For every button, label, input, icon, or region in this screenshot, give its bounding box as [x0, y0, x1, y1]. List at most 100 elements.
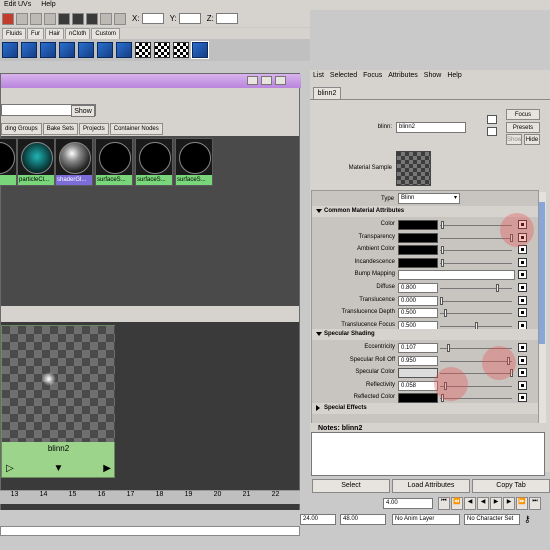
select-tool-icon[interactable]: [100, 12, 112, 25]
map-texture-icon[interactable]: [518, 355, 527, 365]
go-to-end-icon[interactable]: ⏭: [529, 497, 541, 510]
input-connection-icon[interactable]: [487, 115, 497, 124]
map-texture-icon[interactable]: [518, 393, 527, 403]
play-outline-icon[interactable]: ▷: [6, 463, 14, 474]
type-dropdown[interactable]: Blinn ▾: [398, 193, 460, 204]
color-swatch[interactable]: [398, 368, 438, 379]
scrollbar-thumb[interactable]: [539, 202, 545, 344]
menu-selected[interactable]: Selected: [330, 70, 357, 82]
select-button[interactable]: Select: [312, 479, 390, 493]
x-field[interactable]: [141, 13, 164, 24]
render-settings-icon[interactable]: [58, 12, 70, 25]
play-back-icon[interactable]: ◀: [477, 497, 489, 510]
section-common[interactable]: Common Material Attributes: [312, 206, 538, 217]
slider-handle[interactable]: [441, 221, 445, 229]
step-back-icon[interactable]: ◀: [464, 497, 476, 510]
minimize-icon[interactable]: [247, 76, 258, 85]
presets-button[interactable]: Presets: [506, 122, 540, 133]
uv-tool-icon[interactable]: [116, 42, 132, 58]
shelf-tab-fluids[interactable]: Fluids: [2, 28, 27, 39]
material-swatch-selected[interactable]: shaderGl...: [55, 138, 93, 186]
uv-tool-icon[interactable]: [78, 42, 94, 58]
go-to-start-icon[interactable]: ⏮: [438, 497, 450, 510]
slider-handle[interactable]: [496, 284, 499, 292]
number-field[interactable]: 0.950: [398, 355, 438, 366]
map-texture-icon[interactable]: [518, 343, 527, 352]
number-field[interactable]: 0.058: [398, 380, 438, 391]
checker-icon[interactable]: [173, 42, 189, 58]
z-field[interactable]: [215, 13, 238, 24]
section-specular[interactable]: Specular Shading: [312, 329, 538, 340]
tab-blinn2[interactable]: blinn2: [313, 87, 341, 99]
current-frame-field[interactable]: 4.00: [383, 498, 433, 509]
color-swatch[interactable]: [398, 393, 438, 404]
menu-focus[interactable]: Focus: [363, 70, 382, 82]
checker-icon[interactable]: [135, 42, 151, 58]
slider-handle[interactable]: [441, 246, 445, 255]
uv-tool-icon[interactable]: [59, 42, 75, 58]
uv-tool-icon[interactable]: [21, 42, 37, 58]
menu-help[interactable]: Help: [41, 0, 55, 10]
tab-container-nodes[interactable]: Container Nodes: [109, 123, 163, 135]
color-swatch[interactable]: [398, 257, 438, 268]
material-swatch[interactable]: particleCl...: [17, 138, 55, 186]
map-texture-icon[interactable]: [518, 380, 527, 390]
transform-icon[interactable]: [114, 12, 126, 25]
uv-select-icon[interactable]: [191, 41, 209, 59]
number-field[interactable]: 0.107: [398, 343, 438, 353]
section-special-effects[interactable]: Special Effects: [312, 403, 538, 414]
slider-handle[interactable]: [441, 258, 445, 267]
slider-handle[interactable]: [440, 296, 443, 305]
render-icon[interactable]: [30, 12, 42, 25]
blinn-node[interactable]: blinn2 ▷ ▼ ▶: [1, 325, 115, 478]
checker-icon[interactable]: [154, 42, 170, 58]
slider-track[interactable]: [440, 313, 512, 315]
map-texture-icon[interactable]: [518, 308, 527, 318]
uv-tool-icon[interactable]: [40, 42, 56, 58]
slider-handle[interactable]: [447, 344, 451, 352]
color-swatch[interactable]: [398, 220, 438, 230]
show-button[interactable]: Show: [71, 105, 95, 117]
number-field[interactable]: 0.800: [398, 283, 438, 293]
time-slider[interactable]: 13 14 15 16 17 18 19 20 21 22: [0, 490, 300, 504]
close-icon[interactable]: [275, 76, 286, 85]
copy-tab-button[interactable]: Copy Tab: [472, 479, 550, 493]
play-forward-icon[interactable]: ▶: [490, 497, 502, 510]
load-attributes-button[interactable]: Load Attributes: [392, 479, 470, 493]
play-icon[interactable]: ▶: [103, 463, 111, 474]
map-texture-icon[interactable]: [518, 257, 527, 267]
anim-layer-dropdown[interactable]: No Anim Layer: [392, 514, 460, 525]
expand-down-icon[interactable]: ▼: [54, 463, 64, 474]
menu-show[interactable]: Show: [424, 70, 442, 82]
film-icon[interactable]: [86, 12, 98, 25]
step-forward-key-icon[interactable]: ⏩: [516, 497, 528, 510]
menu-list[interactable]: List: [313, 70, 324, 82]
slider-handle[interactable]: [443, 309, 447, 318]
tab-shading-groups[interactable]: ding Groups: [1, 123, 42, 135]
range-end-field[interactable]: 48.00: [340, 514, 386, 525]
map-texture-icon[interactable]: [518, 295, 527, 305]
slider-track[interactable]: [440, 288, 512, 289]
menu-help-right[interactable]: Help: [447, 70, 461, 82]
menu-edit-uvs[interactable]: Edit UVs: [4, 0, 31, 10]
shelf-tab-ncloth[interactable]: nCloth: [65, 28, 91, 39]
notes-textarea[interactable]: [311, 432, 545, 476]
node-name-field[interactable]: blinn2: [396, 122, 466, 133]
menu-attributes[interactable]: Attributes: [388, 70, 418, 82]
snap-icon[interactable]: [16, 12, 28, 25]
color-swatch[interactable]: [398, 232, 438, 243]
map-texture-icon[interactable]: [518, 270, 527, 280]
uv-tool-icon[interactable]: [2, 42, 18, 58]
material-swatch[interactable]: surfaceS...: [135, 138, 173, 186]
character-set-dropdown[interactable]: No Character Set: [464, 514, 520, 525]
y-field[interactable]: [178, 13, 201, 24]
window-title-bar[interactable]: [1, 74, 301, 88]
map-texture-icon[interactable]: [518, 368, 527, 378]
slider-track[interactable]: [440, 250, 512, 252]
magnet-icon[interactable]: [2, 12, 14, 25]
focus-button[interactable]: Focus: [506, 109, 540, 120]
range-start-field[interactable]: 24.00: [300, 514, 336, 525]
tab-projects[interactable]: Projects: [79, 123, 109, 135]
show-attr-button[interactable]: Show: [506, 134, 522, 145]
color-swatch[interactable]: [398, 245, 438, 256]
